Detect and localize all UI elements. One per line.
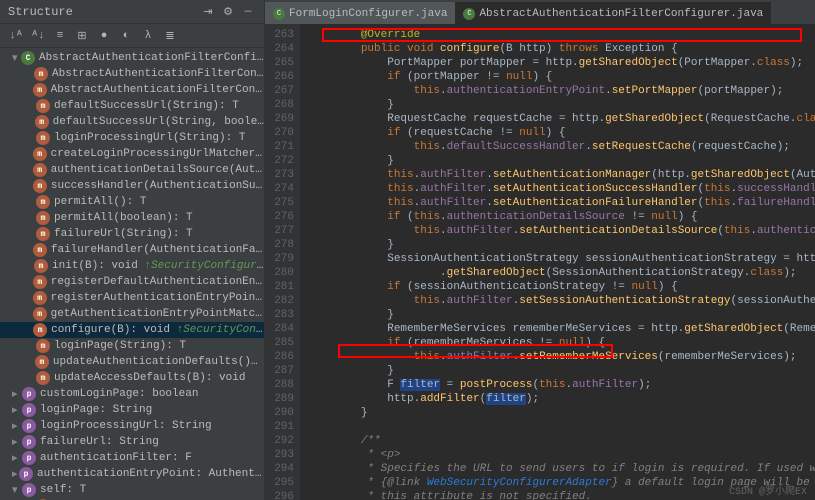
tree-item[interactable]: mregisterDefaultAuthenticationEntryPoint…	[0, 274, 264, 290]
c-icon: C	[21, 51, 35, 65]
tab-label: FormLoginConfigurer.java	[289, 8, 447, 20]
tree-item[interactable]: mfailureUrl(String): T	[0, 226, 264, 242]
p-icon: p	[19, 467, 33, 481]
filter-icon[interactable]: ≡	[52, 28, 68, 44]
tree-item[interactable]: mupdateAccessDefaults(B): void	[0, 370, 264, 386]
anon-icon[interactable]: λ	[140, 28, 156, 44]
p-icon: p	[22, 403, 36, 417]
m-icon: m	[33, 307, 47, 321]
tree-item[interactable]: ▾pself: T	[0, 482, 264, 498]
p-icon: p	[22, 387, 36, 401]
sort-alpha-icon[interactable]: ↓ᴬ	[8, 28, 24, 44]
p-icon: p	[22, 451, 36, 465]
props-icon[interactable]: ≣	[162, 28, 178, 44]
fields-icon[interactable]: ●	[96, 28, 112, 44]
tree-item[interactable]: ▸ploginPage: String	[0, 402, 264, 418]
tree-item[interactable]: mAbstractAuthenticationFilterConfigurer(…	[0, 82, 264, 98]
tree-item[interactable]: mconfigure(B): void ↑SecurityConfigurerA…	[0, 322, 264, 338]
m-icon: m	[35, 115, 49, 129]
gear-icon[interactable]: ⚙	[220, 4, 236, 20]
tree-item[interactable]: mloginPage(String): T	[0, 338, 264, 354]
m-icon: m	[35, 355, 49, 369]
m-icon: m	[33, 147, 47, 161]
editor-panel: C FormLoginConfigurer.java C AbstractAut…	[265, 0, 815, 500]
m-icon: m	[36, 227, 50, 241]
expand-icon[interactable]: ⊞	[74, 28, 90, 44]
tree-item[interactable]: mpermitAll(): T	[0, 194, 264, 210]
m-icon: m	[33, 83, 47, 97]
tree-item[interactable]: ▸pfailureUrl: String	[0, 434, 264, 450]
tree-item[interactable]: ▾CAbstractAuthenticationFilterConfigurer	[0, 50, 264, 66]
tree-item[interactable]: minit(B): void ↑SecurityConfigurerAdapte…	[0, 258, 264, 274]
tree-item[interactable]: mupdateAuthenticationDefaults(): void	[0, 354, 264, 370]
tree-item[interactable]: ▸ploginProcessingUrl: String	[0, 418, 264, 434]
tab-bar: C FormLoginConfigurer.java C AbstractAut…	[265, 0, 815, 24]
tree-item[interactable]: ▸pauthenticationEntryPoint: Authenticati…	[0, 466, 264, 482]
m-icon: m	[34, 67, 48, 81]
inherited-icon[interactable]: ◐	[118, 28, 134, 44]
hide-icon[interactable]: —	[240, 4, 256, 20]
tree-item[interactable]: mgetAuthenticationEntryPointMatcher(B): …	[0, 306, 264, 322]
collapse-icon[interactable]: ⇥	[200, 4, 216, 20]
class-icon: C	[273, 8, 285, 20]
tree-item[interactable]: mfailureHandler(AuthenticationFailureHan…	[0, 242, 264, 258]
m-icon: m	[33, 323, 47, 337]
m-icon: m	[33, 179, 47, 193]
tree-item[interactable]: mdefaultSuccessUrl(String, boolean): T	[0, 114, 264, 130]
p-icon: p	[22, 419, 36, 433]
tree-item[interactable]: mloginProcessingUrl(String): T	[0, 130, 264, 146]
class-icon: C	[463, 8, 475, 20]
structure-panel: Structure ⇥ ⚙ — ↓ᴬ ᴬ↓ ≡ ⊞ ● ◐ λ ≣ ▾CAbst…	[0, 0, 265, 500]
tree-item[interactable]: mauthenticationDetailsSource(Authenticat…	[0, 162, 264, 178]
code-area[interactable]: @Override public void configure(B http) …	[300, 24, 815, 500]
m-icon: m	[33, 275, 47, 289]
tree-item[interactable]: ▸pcustomLoginPage: boolean	[0, 386, 264, 402]
tab-form-login[interactable]: C FormLoginConfigurer.java	[265, 2, 455, 24]
m-icon: m	[36, 195, 50, 209]
structure-toolbar: ↓ᴬ ᴬ↓ ≡ ⊞ ● ◐ λ ≣	[0, 24, 264, 48]
m-icon: m	[36, 211, 50, 225]
tree-item[interactable]: mregisterAuthenticationEntryPoint(B, Aut…	[0, 290, 264, 306]
m-icon: m	[34, 259, 48, 273]
p-icon: p	[22, 435, 36, 449]
m-icon: m	[36, 99, 50, 113]
tree-item[interactable]: mAbstractAuthenticationFilterConfigurer(…	[0, 66, 264, 82]
m-icon: m	[36, 371, 50, 385]
m-icon: m	[33, 243, 47, 257]
line-gutter: 2632642652662672682692702712722732742752…	[265, 24, 300, 500]
tree-item[interactable]: mdefaultSuccessUrl(String): T	[0, 98, 264, 114]
code-editor[interactable]: 2632642652662672682692702712722732742752…	[265, 24, 815, 500]
tree-item[interactable]: mpermitAll(boolean): T	[0, 210, 264, 226]
m-icon: m	[36, 131, 50, 145]
sort-type-icon[interactable]: ᴬ↓	[30, 28, 46, 44]
panel-header: Structure ⇥ ⚙ —	[0, 0, 264, 24]
tab-label: AbstractAuthenticationFilterConfigurer.j…	[479, 8, 763, 20]
structure-tree: ▾CAbstractAuthenticationFilterConfigurer…	[0, 48, 264, 500]
tab-abstract-auth[interactable]: C AbstractAuthenticationFilterConfigurer…	[455, 2, 771, 24]
p-icon: p	[22, 483, 36, 497]
watermark: CSDN @罗小爬EX	[729, 482, 807, 498]
panel-title: Structure	[8, 5, 196, 19]
tree-item[interactable]: mcreateLoginProcessingUrlMatcher(String)…	[0, 146, 264, 162]
tree-item[interactable]: ▸pauthenticationFilter: F	[0, 450, 264, 466]
tree-item[interactable]: msuccessHandler(AuthenticationSuccessHan…	[0, 178, 264, 194]
m-icon: m	[36, 339, 50, 353]
m-icon: m	[33, 291, 47, 305]
m-icon: m	[33, 163, 47, 177]
